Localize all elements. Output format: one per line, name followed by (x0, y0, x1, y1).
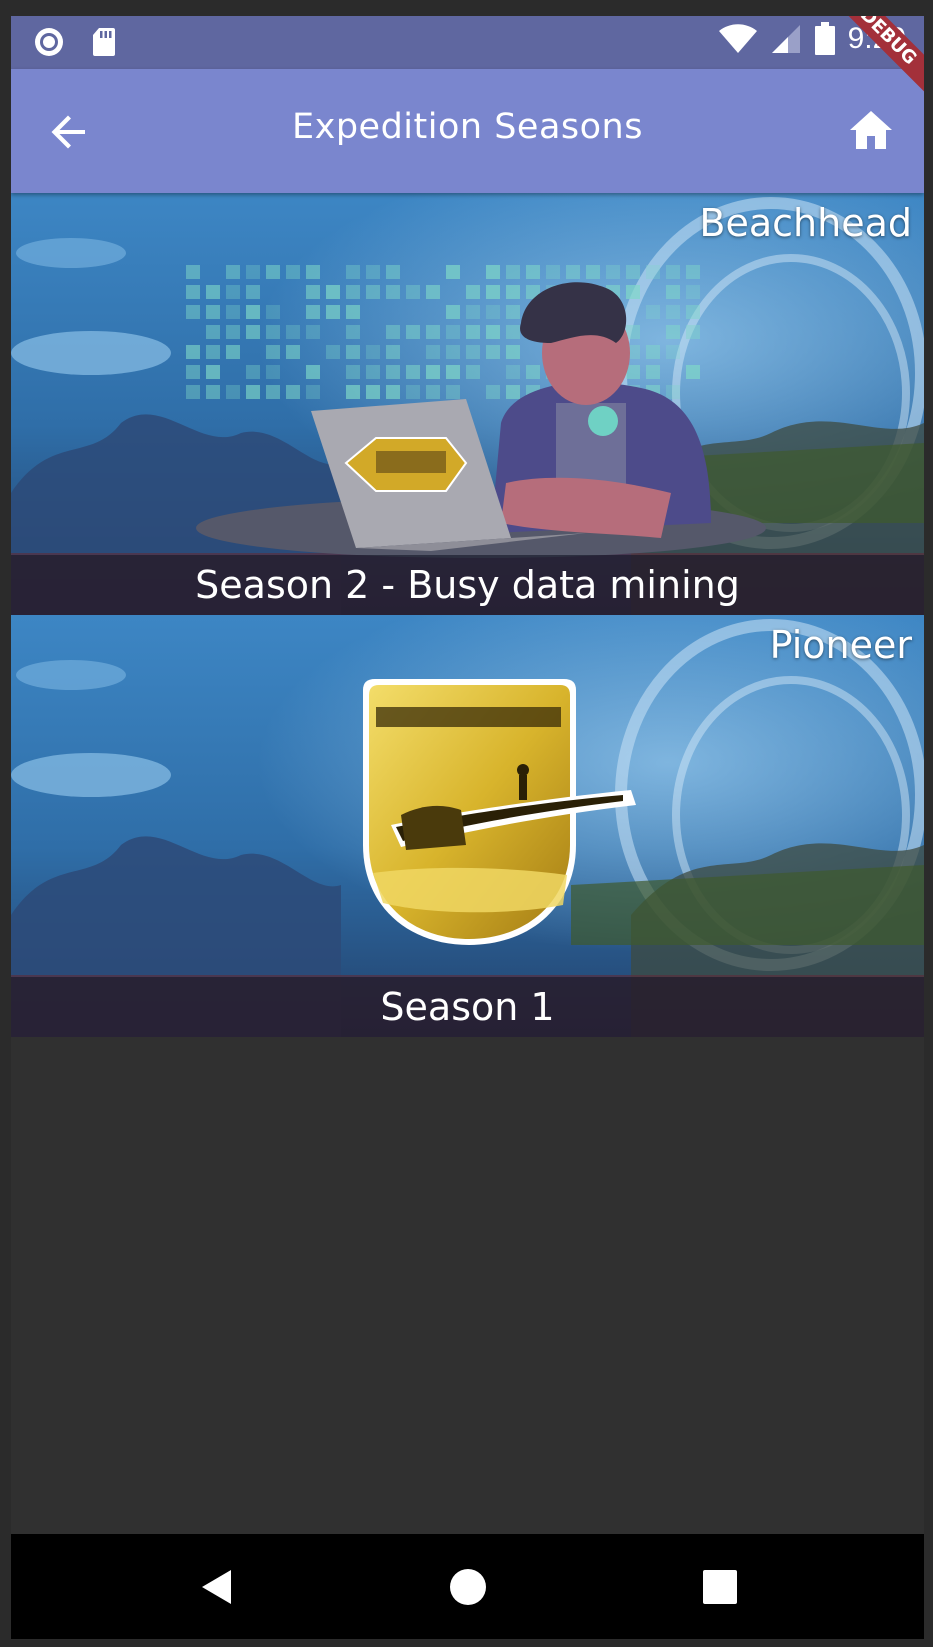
nav-home-icon[interactable] (447, 1566, 489, 1608)
nav-back-icon[interactable] (197, 1566, 239, 1608)
season-2-tag: Beachhead (699, 201, 912, 245)
status-bar: 9:29 (11, 16, 924, 69)
system-nav-bar (11, 1534, 924, 1639)
season-2-banner-image (11, 193, 924, 615)
season-1-tag: Pioneer (769, 623, 912, 667)
home-icon[interactable] (848, 107, 894, 153)
app-bar: Expedition Seasons (11, 69, 924, 193)
nav-recents-icon[interactable] (699, 1566, 741, 1608)
season-1-banner-image (11, 615, 924, 1037)
season-card-1[interactable]: Pioneer Season 1 (11, 615, 924, 1037)
season-card-2[interactable]: Beachhead Season 2 - Busy data mining (11, 193, 924, 615)
app-screen: 9:29 DEBUG Expedition Seasons (11, 16, 924, 1639)
sd-card-icon (93, 28, 115, 56)
record-icon (35, 28, 63, 56)
season-2-caption: Season 2 - Busy data mining (11, 555, 924, 615)
wifi-icon (718, 24, 757, 53)
season-1-caption: Season 1 (11, 977, 924, 1037)
battery-icon (814, 22, 835, 55)
page-title: Expedition Seasons (292, 107, 643, 147)
signal-icon (771, 25, 800, 53)
